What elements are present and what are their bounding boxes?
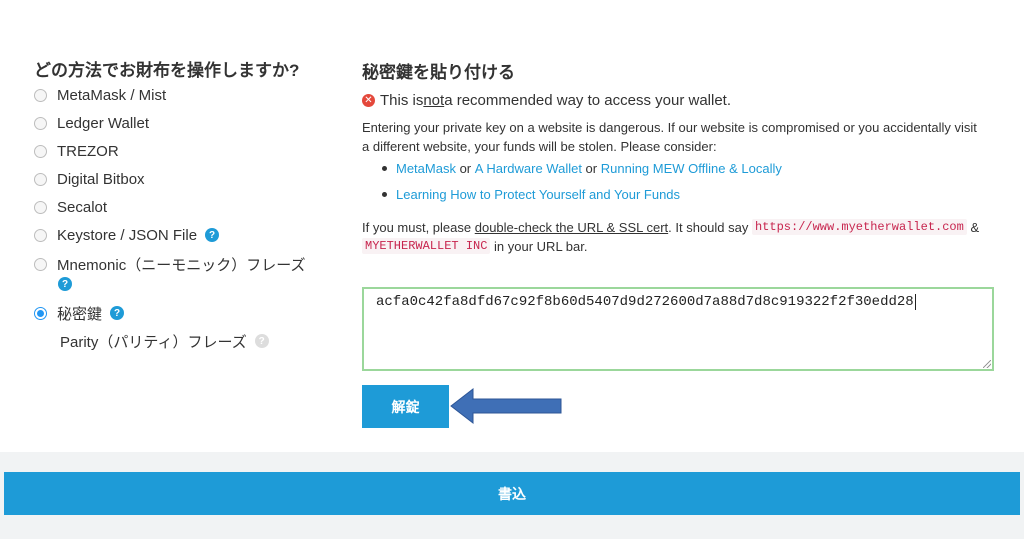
must-amp: & bbox=[966, 219, 980, 235]
bullet-dot bbox=[382, 192, 387, 197]
or-text: or bbox=[455, 161, 475, 176]
company-code: MYETHERWALLET INC bbox=[362, 238, 491, 254]
option-metamask[interactable]: MetaMask / Mist bbox=[34, 84, 166, 106]
metamask-link[interactable]: MetaMask bbox=[396, 161, 456, 176]
option-mnemonic[interactable]: Mnemonic（ニーモニック）フレーズ bbox=[34, 253, 305, 275]
run-offline-link[interactable]: Running MEW Offline & Locally bbox=[601, 161, 782, 176]
or-text: or bbox=[581, 161, 601, 176]
list-item: MetaMask or A Hardware Wallet or Running… bbox=[382, 161, 782, 176]
url-check-line-1: If you must, please double-check the URL… bbox=[362, 219, 979, 235]
radio-ledger[interactable] bbox=[34, 116, 47, 130]
access-method-title: どの方法でお財布を操作しますか? bbox=[34, 61, 300, 80]
option-trezor[interactable]: TREZOR bbox=[34, 140, 119, 162]
radio-mnemonic[interactable] bbox=[34, 257, 47, 271]
option-parity-label: Parity（パリティ）フレーズ bbox=[60, 333, 247, 351]
mew-url-code: https://www.myetherwallet.com bbox=[751, 219, 967, 235]
private-key-input[interactable]: acfa0c42fa8dfd67c92f8b60d5407d9d272600d7… bbox=[362, 287, 994, 371]
help-icon[interactable]: ? bbox=[254, 334, 269, 348]
must-post: in your URL bar. bbox=[490, 238, 588, 254]
radio-digital-bitbox[interactable] bbox=[34, 172, 47, 186]
option-parity[interactable]: Parity（パリティ）フレーズ ? bbox=[60, 330, 269, 352]
option-keystore[interactable]: Keystore / JSON File ? bbox=[34, 224, 220, 246]
option-keystore-label: Keystore / JSON File bbox=[57, 226, 198, 244]
radio-trezor[interactable] bbox=[34, 144, 47, 158]
danger-paragraph: Entering your private key on a website i… bbox=[362, 120, 977, 154]
option-private-key[interactable]: 秘密鍵 ? bbox=[34, 302, 125, 324]
option-private-key-label: 秘密鍵 bbox=[57, 305, 103, 323]
submit-button[interactable]: 書込 bbox=[4, 472, 1020, 515]
radio-keystore[interactable] bbox=[34, 228, 47, 242]
option-ledger-label: Ledger Wallet bbox=[57, 114, 149, 132]
warning-line: ✕ This is not a recommended way to acces… bbox=[362, 90, 731, 110]
radio-private-key[interactable] bbox=[34, 306, 47, 320]
bullet-dot bbox=[382, 166, 387, 171]
radio-metamask[interactable] bbox=[34, 88, 47, 102]
resize-handle-icon[interactable] bbox=[983, 360, 991, 368]
private-key-value: acfa0c42fa8dfd67c92f8b60d5407d9d272600d7… bbox=[376, 294, 916, 310]
pointer-arrow-icon bbox=[450, 387, 562, 425]
option-secalot-label: Secalot bbox=[57, 198, 108, 216]
option-mnemonic-label: Mnemonic（ニーモニック）フレーズ bbox=[57, 256, 306, 274]
help-icon[interactable]: ? bbox=[110, 306, 125, 320]
option-digital-bitbox[interactable]: Digital Bitbox bbox=[34, 168, 145, 190]
double-check-text: double-check the URL & SSL cert bbox=[474, 219, 669, 235]
warning-text-post: a recommended way to access your wallet. bbox=[444, 91, 731, 109]
option-metamask-label: MetaMask / Mist bbox=[57, 86, 167, 104]
must-pre: If you must, please bbox=[362, 219, 475, 235]
option-trezor-label: TREZOR bbox=[57, 142, 119, 160]
warning-text-pre: This is bbox=[380, 91, 424, 109]
option-ledger[interactable]: Ledger Wallet bbox=[34, 112, 149, 134]
option-secalot[interactable]: Secalot bbox=[34, 196, 107, 218]
must-mid: . It should say bbox=[668, 219, 752, 235]
list-item: Learning How to Protect Yourself and You… bbox=[382, 187, 680, 202]
help-icon[interactable]: ? bbox=[58, 277, 72, 291]
error-x-icon: ✕ bbox=[362, 93, 375, 107]
unlock-button[interactable]: 解錠 bbox=[362, 385, 449, 428]
protect-yourself-link[interactable]: Learning How to Protect Yourself and You… bbox=[396, 187, 680, 202]
url-check-line-2: MYETHERWALLET INC in your URL bar. bbox=[362, 238, 587, 254]
paste-private-key-title: 秘密鍵を貼り付ける bbox=[362, 63, 515, 82]
hardware-wallet-link[interactable]: A Hardware Wallet bbox=[475, 161, 582, 176]
warning-text-emph: not bbox=[423, 91, 445, 109]
help-icon[interactable]: ? bbox=[205, 228, 220, 242]
radio-secalot[interactable] bbox=[34, 200, 47, 214]
option-digital-bitbox-label: Digital Bitbox bbox=[57, 170, 145, 188]
